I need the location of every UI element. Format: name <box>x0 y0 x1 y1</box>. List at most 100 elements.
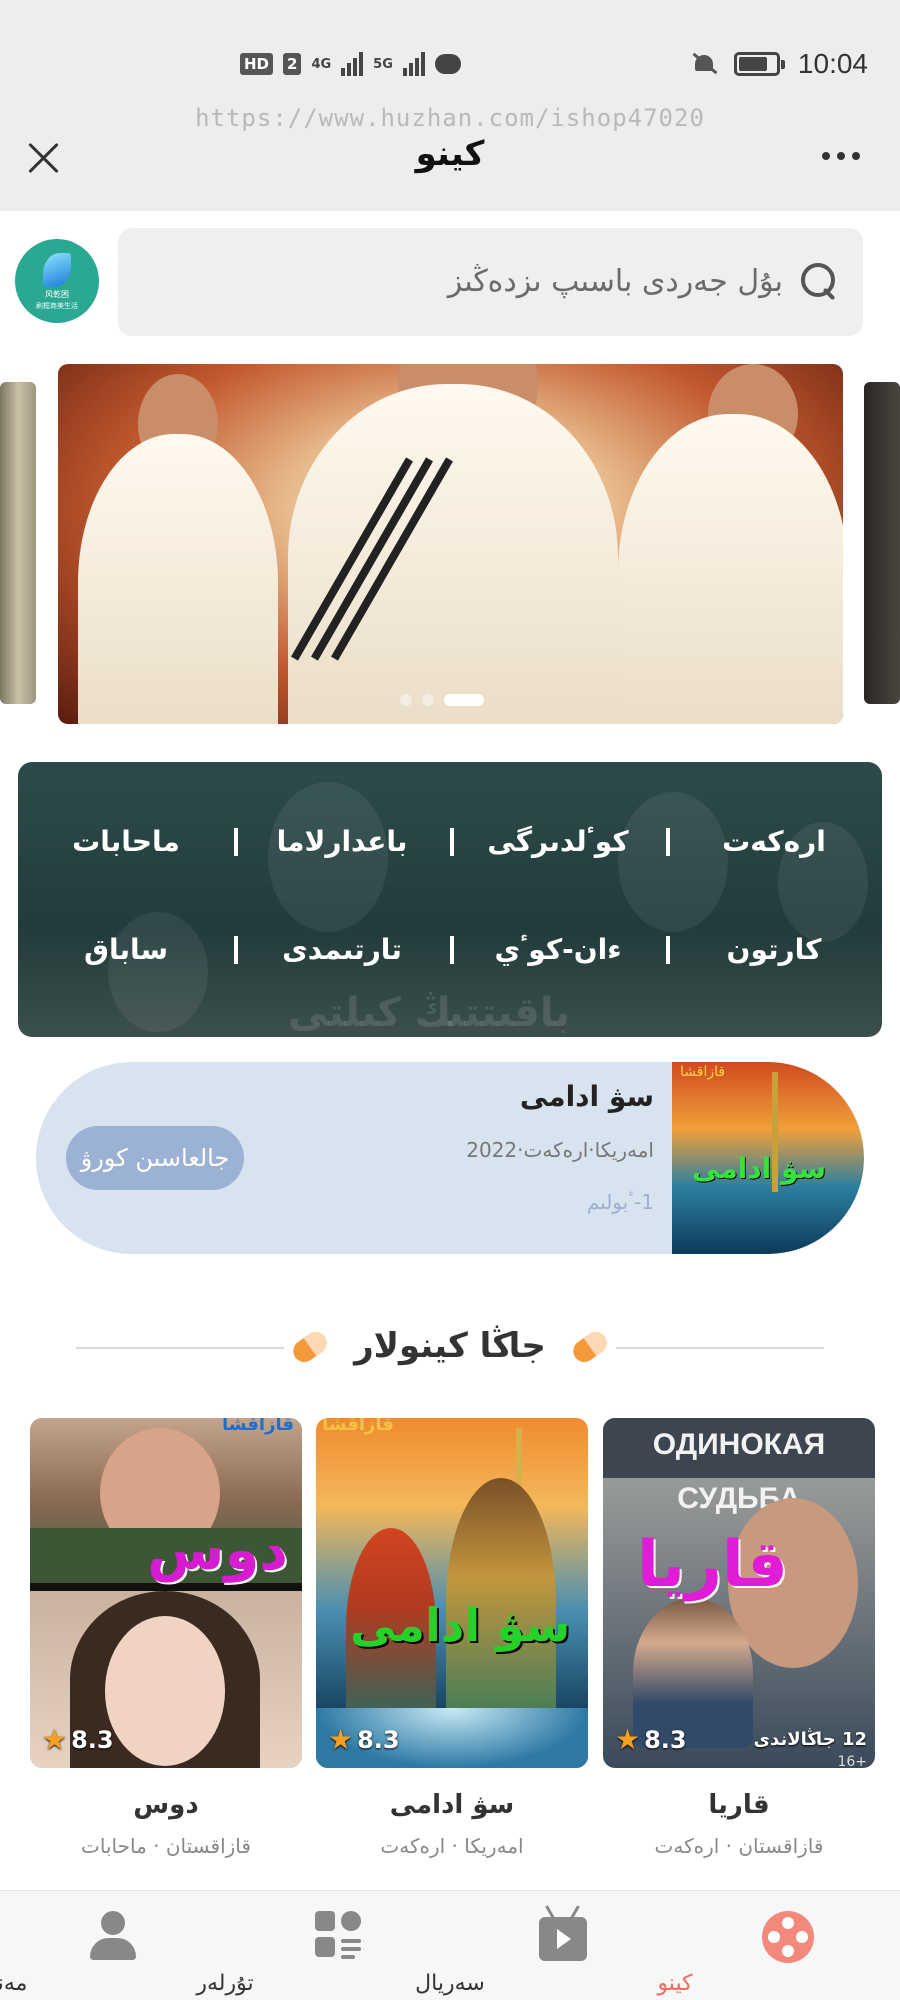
star-icon: ★ <box>328 1723 354 1756</box>
nav-tab-movies[interactable]: كينو <box>657 1891 900 2000</box>
rating: ★ 8.3 <box>42 1723 114 1756</box>
logo-subtext: 刷框商美生活 <box>36 302 78 310</box>
movie-card[interactable]: قازاقشا دوس ★ 8.3 دوس قازاقستان · ماحابات <box>30 1418 302 1858</box>
network-5g-label: 5G <box>373 56 393 72</box>
carousel-dot[interactable] <box>422 694 434 706</box>
divider <box>234 828 238 856</box>
panel-watermark: باقىتتىڭ كىلتى <box>288 990 570 1036</box>
movie-poster[interactable]: قازاقشا دوس ★ 8.3 <box>30 1418 302 1768</box>
divider <box>666 936 670 964</box>
section-header: جاڭا كينولار <box>0 1322 900 1372</box>
continue-watching-meta: امەريكا·ارەكەت·2022 <box>466 1138 654 1162</box>
rating: ★ 8.3 <box>328 1723 400 1756</box>
battery-icon <box>733 52 785 76</box>
continue-watching-poster[interactable]: قازاقشا سۋ ادامى <box>672 1062 864 1254</box>
bottom-navigation: كينو سەريال تۇرلەر مەنىڭ <box>0 1890 900 2000</box>
category-attractive[interactable]: تارتىمدى <box>234 920 450 980</box>
hd-voice-badge: HD <box>240 53 274 75</box>
age-rating: 16+ <box>837 1754 867 1768</box>
message-icon <box>434 54 461 74</box>
movie-title[interactable]: دوس <box>30 1790 302 1820</box>
nav-tab-series[interactable]: سەريال <box>415 1891 675 2000</box>
movie-subtitle: قازاقستان · ماحابات <box>81 1834 251 1858</box>
more-options-button[interactable] <box>822 152 860 160</box>
category-music[interactable]: ءان-كوٴي <box>450 920 666 980</box>
rating: ★ 8.3 <box>615 1723 687 1756</box>
muted-bell-icon <box>692 52 716 76</box>
rating-value: 8.3 <box>357 1725 400 1754</box>
category-program[interactable]: باعدارلاما <box>234 812 450 872</box>
movie-title[interactable]: قاريا <box>603 1790 875 1820</box>
poster-title-overlay: سۋ ادامى <box>692 1152 827 1185</box>
rating-value: 8.3 <box>71 1725 114 1754</box>
carousel-prev-slide[interactable] <box>0 382 36 704</box>
logo-text: 风乾困 <box>45 290 69 299</box>
status-time: 10:04 <box>797 48 868 79</box>
signal-bars-icon <box>341 52 364 76</box>
movie-subtitle: قازاقستان · ارەكەت <box>654 1834 824 1858</box>
category-comedy[interactable]: كوٴلدىرگى <box>450 812 666 872</box>
top-bar: HD 2 4G 5G 10:04 https://www.huzhan.com/… <box>0 0 900 211</box>
movie-card[interactable]: ОДИНОКАЯ СУДЬБА قاريا ★ 8.3 12 جاڭالاندى … <box>603 1418 875 1858</box>
poster-title-overlay: دوس <box>147 1518 288 1583</box>
status-right: 10:04 <box>692 48 868 80</box>
nav-tab-categories[interactable]: تۇرلەر <box>196 1891 450 2000</box>
carousel-dot-active[interactable] <box>444 694 484 706</box>
banner-carousel[interactable] <box>58 364 843 724</box>
star-icon: ★ <box>615 1723 641 1756</box>
search-input[interactable] <box>243 258 783 304</box>
carousel-dot[interactable] <box>400 694 412 706</box>
category-panel: باقىتتىڭ كىلتى ارەكەت كوٴلدىرگى باعدارلا… <box>18 762 882 1037</box>
divider <box>616 1347 824 1349</box>
continue-watching-episode: 1-ٴبولىم <box>586 1190 654 1214</box>
rating-value: 8.3 <box>644 1725 687 1754</box>
category-grid-icon <box>314 1911 361 1959</box>
divider <box>234 936 238 964</box>
search-icon[interactable] <box>799 261 839 301</box>
movie-title[interactable]: سۋ ادامى <box>316 1790 588 1820</box>
category-row: ارەكەت كوٴلدىرگى باعدارلاما ماحابات <box>18 812 882 872</box>
category-row: كارتون ءان-كوٴي تارتىمدى ساباق <box>18 920 882 980</box>
movie-subtitle: امەريكا · ارەكەت <box>380 1834 524 1858</box>
category-cartoon[interactable]: كارتون <box>666 920 882 980</box>
status-left: HD 2 4G 5G <box>240 52 461 76</box>
poster-title-overlay: سۋ ادامى <box>350 1598 571 1652</box>
title-bar: كينو <box>0 128 900 186</box>
divider <box>450 936 454 964</box>
nav-label: مەنىڭ <box>0 1971 28 1996</box>
movie-poster[interactable]: ОДИНОКАЯ СУДЬБА قاريا ★ 8.3 12 جاڭالاندى … <box>603 1418 875 1768</box>
poster-header-text: ОДИНОКАЯ СУДЬБА <box>603 1418 875 1515</box>
episode-count: 12 جاڭالاندى <box>753 1729 867 1750</box>
logo-bird-icon <box>43 253 71 287</box>
carousel-indicator <box>400 694 484 706</box>
continue-watching-title: سۋ ادامى <box>519 1080 654 1113</box>
poster-language-tag: قازاقشا <box>680 1064 726 1080</box>
continue-watching-button[interactable]: جالعاسىن كورۋ <box>66 1126 244 1190</box>
search-bar[interactable] <box>118 228 863 336</box>
status-bar: HD 2 4G 5G 10:04 <box>0 44 900 92</box>
category-lesson[interactable]: ساباق <box>18 920 234 980</box>
star-icon: ★ <box>42 1723 68 1756</box>
poster-language-tag: قازاقشا <box>222 1418 294 1435</box>
carousel-next-slide[interactable] <box>864 382 900 704</box>
movie-card[interactable]: قازاقشا سۋ ادامى ★ 8.3 سۋ ادامى امەريكا ·… <box>316 1418 588 1858</box>
app-logo[interactable]: 风乾困 刷框商美生活 <box>15 239 99 323</box>
divider <box>76 1347 284 1349</box>
movie-poster[interactable]: قازاقشا سۋ ادامى ★ 8.3 <box>316 1418 588 1768</box>
divider <box>666 828 670 856</box>
pill-icon <box>568 1327 612 1367</box>
user-icon <box>89 1911 136 1961</box>
divider <box>450 828 454 856</box>
category-romance[interactable]: ماحابات <box>18 812 234 872</box>
sim-badge: 2 <box>283 53 302 75</box>
poster-title-overlay: قاريا <box>637 1528 788 1602</box>
poster-language-tag: قازاقشا <box>322 1418 394 1435</box>
signal-bars-2-icon <box>402 52 425 76</box>
pill-icon <box>288 1327 332 1367</box>
film-reel-icon <box>761 1911 814 1963</box>
continue-watching-card[interactable]: قازاقشا سۋ ادامى سۋ ادامى امەريكا·ارەكەت… <box>36 1062 864 1254</box>
category-action[interactable]: ارەكەت <box>666 812 882 872</box>
tv-icon <box>538 1917 587 1961</box>
nav-tab-profile[interactable]: مەنىڭ <box>0 1891 225 2000</box>
section-title: جاڭا كينولار <box>354 1326 546 1366</box>
